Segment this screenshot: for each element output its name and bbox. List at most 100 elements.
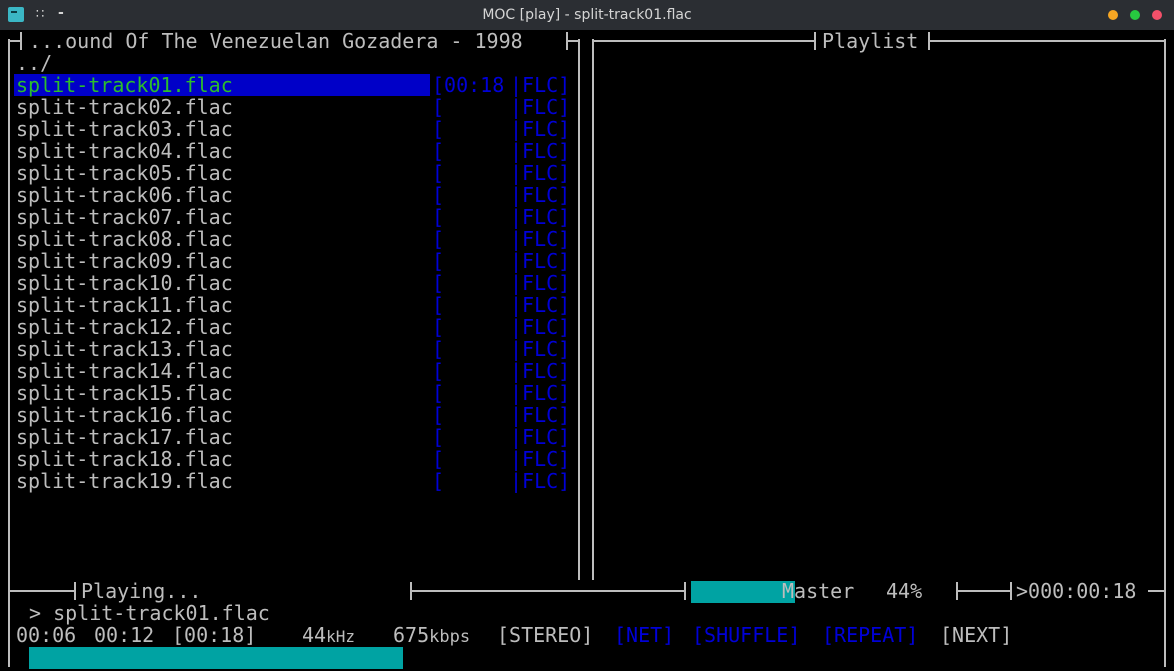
track-duration: [00:18] xyxy=(172,623,257,647)
file-list-item[interactable]: split-track14.flac [|FLC] xyxy=(0,360,580,382)
volume-bar[interactable] xyxy=(691,581,795,603)
browser-title-bracket-left xyxy=(20,32,22,50)
current-track: > split-track01.flac xyxy=(29,601,270,625)
file-format: |FLC] xyxy=(510,425,571,449)
file-list-item[interactable]: split-track04.flac [ |FLC] xyxy=(0,140,580,162)
file-name: split-track07.flac xyxy=(16,205,233,229)
file-list-item[interactable]: split-track17.flac [ |FLC] xyxy=(0,426,580,448)
file-duration: [ xyxy=(432,183,445,207)
file-duration: [ xyxy=(432,161,445,185)
file-name: split-track13.flac xyxy=(16,337,233,361)
file-name: split-track04.flac xyxy=(16,139,233,163)
file-duration: [ xyxy=(432,315,445,339)
bitrate: 675kbps xyxy=(393,623,471,647)
file-format: |FLC] xyxy=(510,95,571,119)
file-format: |FLC] xyxy=(510,161,571,185)
file-format: |FLC] xyxy=(510,227,571,251)
playlist-frame-right xyxy=(1164,39,1166,650)
file-format: |FLC] xyxy=(510,337,571,361)
browser-frame-top-tick-right xyxy=(566,40,580,42)
window-titlebar[interactable]: ∷ - MOC [play] - split-track01.flac xyxy=(0,0,1174,30)
file-list-item[interactable]: split-track18.flac [ |FLC] xyxy=(0,448,580,470)
file-format: |FLC] xyxy=(510,315,571,339)
file-name: split-track05.flac xyxy=(16,161,233,185)
file-format: |FLC] xyxy=(510,469,571,493)
browser-title: ...ound Of The Venezuelan Gozadera - 199… xyxy=(29,29,523,53)
file-list-item[interactable]: split-track13.flac [ |FLC] xyxy=(0,338,580,360)
file-duration: [ xyxy=(432,271,445,295)
file-name: split-track10.flac xyxy=(16,271,233,295)
file-duration: [ xyxy=(432,139,445,163)
shuffle-flag: [SHUFFLE] xyxy=(692,623,801,647)
close-button[interactable] xyxy=(1152,10,1162,20)
file-name: split-track12.flac xyxy=(16,315,233,339)
file-name: split-track15.flac xyxy=(16,381,233,405)
status-bracket-5 xyxy=(1010,582,1012,600)
file-format: |FLC] xyxy=(510,381,571,405)
file-format: |FLC] xyxy=(510,139,571,163)
elapsed-time: 00:06 xyxy=(16,623,77,647)
file-name: split-track18.flac xyxy=(16,447,233,471)
file-list-item[interactable]: split-track07.flac [ |FLC] xyxy=(0,206,580,228)
file-list-item[interactable]: split-track08.flac [|FLC] xyxy=(0,228,580,250)
repeat-flag: [REPEAT] xyxy=(822,623,919,647)
file-format: |FLC] xyxy=(510,73,571,97)
file-list-item[interactable]: split-track19.flac [|FLC] xyxy=(0,470,580,492)
file-format: |FLC] xyxy=(510,447,571,471)
file-name: split-track03.flac xyxy=(16,117,233,141)
maximize-button[interactable] xyxy=(1130,10,1140,20)
playlist-frame-top-right xyxy=(928,40,1166,42)
file-list-item[interactable]: split-track16.flac [|FLC] xyxy=(0,404,580,426)
bottom-frame-right xyxy=(1164,649,1166,667)
file-duration: [ xyxy=(432,447,445,471)
browser-frame-top-tick-left xyxy=(8,40,20,42)
volume-percent: 44% xyxy=(886,579,923,603)
file-list-item[interactable]: split-track15.flac [|FLC] xyxy=(0,382,580,404)
file-list-item[interactable]: split-track03.flac [|FLC] xyxy=(0,118,580,140)
file-duration: [00:18 xyxy=(432,73,505,97)
mixer-label: Master xyxy=(782,579,855,603)
status-bracket-1 xyxy=(74,582,76,600)
file-name: split-track17.flac xyxy=(16,425,233,449)
file-format: |FLC] xyxy=(510,403,571,427)
file-list-item[interactable]: split-track05.flac [ |FLC] xyxy=(0,162,580,184)
file-list-item[interactable]: split-track02.flac [ |FLC] xyxy=(0,96,580,118)
file-format: |FLC] xyxy=(510,293,571,317)
total-playlist-time: >000:00:18 xyxy=(1016,579,1137,603)
file-list-item[interactable]: split-track12.flac [ |FLC] xyxy=(0,316,580,338)
file-name: split-track01.flac xyxy=(16,73,233,97)
file-list-item[interactable]: split-track11.flac [ |FLC] xyxy=(0,294,580,316)
player-state: Playing... xyxy=(81,579,202,603)
playback-progress-bar[interactable] xyxy=(29,647,403,669)
terminal-area: ...ound Of The Venezuelan Gozadera - 199… xyxy=(0,30,1174,671)
file-list-item[interactable]: split-track09.flac [|FLC] xyxy=(0,250,580,272)
file-duration: [ xyxy=(432,425,445,449)
file-duration: [ xyxy=(432,293,445,317)
net-flag: [NET] xyxy=(614,623,675,647)
file-name: split-track09.flac xyxy=(16,249,233,273)
playlist-frame-top-left xyxy=(592,40,814,42)
file-list-item[interactable]: split-track01.flac [00:18 |FLC] xyxy=(0,74,580,96)
status-bracket-3 xyxy=(684,582,686,600)
file-format: |FLC] xyxy=(510,271,571,295)
file-name: split-track11.flac xyxy=(16,293,233,317)
file-name: split-track02.flac xyxy=(16,95,233,119)
file-list-item[interactable]: split-track06.flac [ |FLC] xyxy=(0,184,580,206)
file-duration: [ xyxy=(432,95,445,119)
status-line-end xyxy=(1148,590,1166,592)
file-duration: [ xyxy=(432,359,445,383)
file-format: |FLC] xyxy=(510,359,571,383)
status-line-right xyxy=(956,590,1010,592)
stereo-flag: [STEREO] xyxy=(497,623,594,647)
file-format: |FLC] xyxy=(510,183,571,207)
file-list-item[interactable]: split-track10.flac [ |FLC] xyxy=(0,272,580,294)
parent-directory-item[interactable]: ../ xyxy=(16,52,52,74)
file-name: split-track06.flac xyxy=(16,183,233,207)
playlist-area[interactable] xyxy=(594,44,1164,580)
file-duration: [ xyxy=(432,337,445,361)
sample-rate: 44kHz xyxy=(302,623,355,647)
file-duration: [ xyxy=(432,205,445,229)
file-name: split-track08.flac xyxy=(16,227,233,251)
minimize-button[interactable] xyxy=(1108,10,1118,20)
file-format: |FLC] xyxy=(510,205,571,229)
